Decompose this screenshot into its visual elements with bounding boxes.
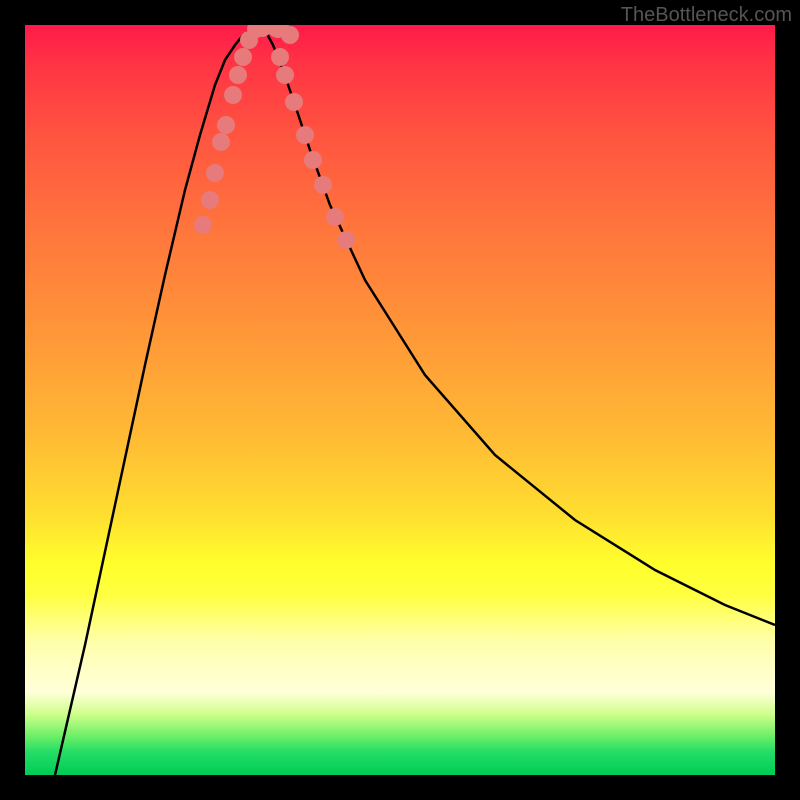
scatter-point bbox=[234, 48, 252, 66]
scatter-point bbox=[212, 133, 230, 151]
curve-group bbox=[55, 25, 775, 775]
scatter-point bbox=[285, 93, 303, 111]
scatter-point bbox=[201, 191, 219, 209]
left-curve bbox=[55, 25, 260, 775]
scatter-point bbox=[194, 216, 212, 234]
scatter-points bbox=[194, 25, 355, 249]
scatter-point bbox=[229, 66, 247, 84]
scatter-point bbox=[326, 208, 344, 226]
chart-svg bbox=[25, 25, 775, 775]
scatter-point bbox=[276, 66, 294, 84]
scatter-point bbox=[304, 151, 322, 169]
scatter-point bbox=[206, 164, 224, 182]
scatter-point bbox=[217, 116, 235, 134]
watermark-text: TheBottleneck.com bbox=[621, 4, 792, 27]
scatter-point bbox=[271, 48, 289, 66]
scatter-point bbox=[314, 176, 332, 194]
chart-container: TheBottleneck.com bbox=[0, 0, 800, 800]
scatter-point bbox=[224, 86, 242, 104]
right-curve bbox=[260, 25, 775, 625]
scatter-point bbox=[296, 126, 314, 144]
scatter-point bbox=[337, 231, 355, 249]
scatter-point bbox=[281, 26, 299, 44]
